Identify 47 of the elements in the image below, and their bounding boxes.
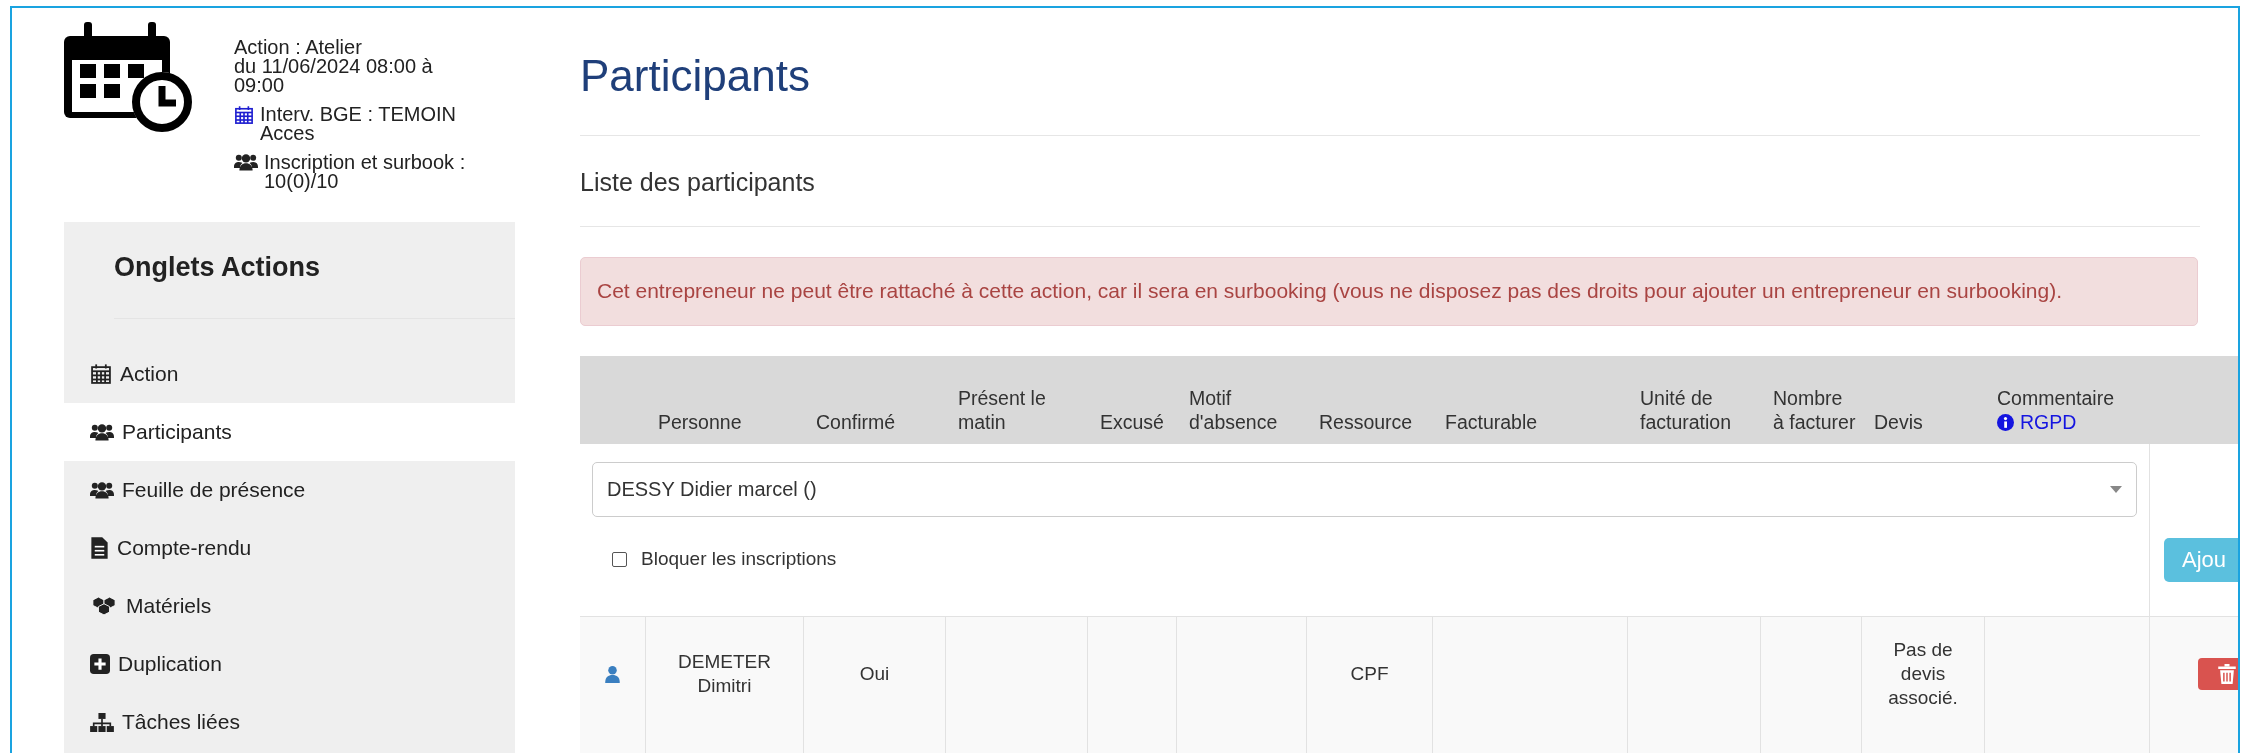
column-header: Facturable xyxy=(1445,410,1539,434)
calendar-icon xyxy=(90,363,112,385)
sidebar-item[interactable]: Tâches liées xyxy=(64,693,515,751)
sidebar-item[interactable]: Compte-rendu xyxy=(64,519,515,577)
table-cell: DEMETER Dimitri xyxy=(646,617,804,753)
plus-square-icon xyxy=(90,654,110,674)
column-header: Confirmé xyxy=(816,410,897,434)
sidebar-item[interactable]: Feuille de présence xyxy=(64,461,515,519)
column-header: Commentaire xyxy=(1997,386,2116,410)
inscription-text: Inscription et surbook : 10(0)/10 xyxy=(264,153,467,191)
column-header: Devis xyxy=(1874,410,1924,434)
table-cell: Oui xyxy=(804,617,946,753)
calendar-icon xyxy=(234,105,254,125)
action-date: du 11/06/2024 08:00 à 09:00 xyxy=(234,57,434,95)
person-select[interactable]: DESSY Didier marcel () xyxy=(592,462,2137,517)
checkbox[interactable] xyxy=(612,551,627,567)
rgpd-link[interactable]: RGPD xyxy=(1997,410,2077,434)
trash-icon xyxy=(2218,664,2236,684)
sidebar-item[interactable]: Duplication xyxy=(64,635,515,693)
sidebar-item[interactable]: Action xyxy=(64,345,515,403)
column-header: Motif d'absence xyxy=(1189,386,1279,434)
table-cell: CPF xyxy=(1307,617,1433,753)
document-icon xyxy=(90,537,109,559)
column-header: Excusé xyxy=(1100,410,1165,434)
users-icon xyxy=(234,153,258,171)
column-header: Nombre à facturer xyxy=(1773,386,1856,434)
section-title: Liste des participants xyxy=(580,136,2200,227)
person-icon xyxy=(605,665,620,683)
intervenant-text: Interv. BGE : TEMOIN Acces xyxy=(260,105,457,143)
cubes-icon xyxy=(90,596,118,616)
sitemap-icon xyxy=(90,712,114,732)
column-header: Ressource xyxy=(1319,410,1414,434)
column-header: Personne xyxy=(658,410,743,434)
error-alert: Cet entrepreneur ne peut être rattaché à cette action, car il sera en surbooking (vous ne disposez pas des droits pour ajouter un entrepreneur en surbooking). xyxy=(580,257,2198,326)
sidebar-title: Onglets Actions xyxy=(114,222,515,319)
users-icon xyxy=(90,423,114,441)
table-cell: Pas de devis associé. xyxy=(1862,617,1985,753)
checkbox-label: Bloquer les inscriptions xyxy=(641,548,837,570)
info-icon xyxy=(1997,413,2014,431)
users-icon xyxy=(90,481,114,499)
column-header: Unité de facturation xyxy=(1640,386,1733,434)
sidebar-item[interactable]: Matériels xyxy=(64,577,515,635)
action-title: Action : Atelier xyxy=(234,38,363,57)
page-title: Participants xyxy=(580,8,2200,136)
sidebar-item[interactable]: Participants xyxy=(64,403,515,461)
column-header: Présent le matin xyxy=(958,386,1047,434)
delete-button[interactable] xyxy=(2198,658,2238,690)
